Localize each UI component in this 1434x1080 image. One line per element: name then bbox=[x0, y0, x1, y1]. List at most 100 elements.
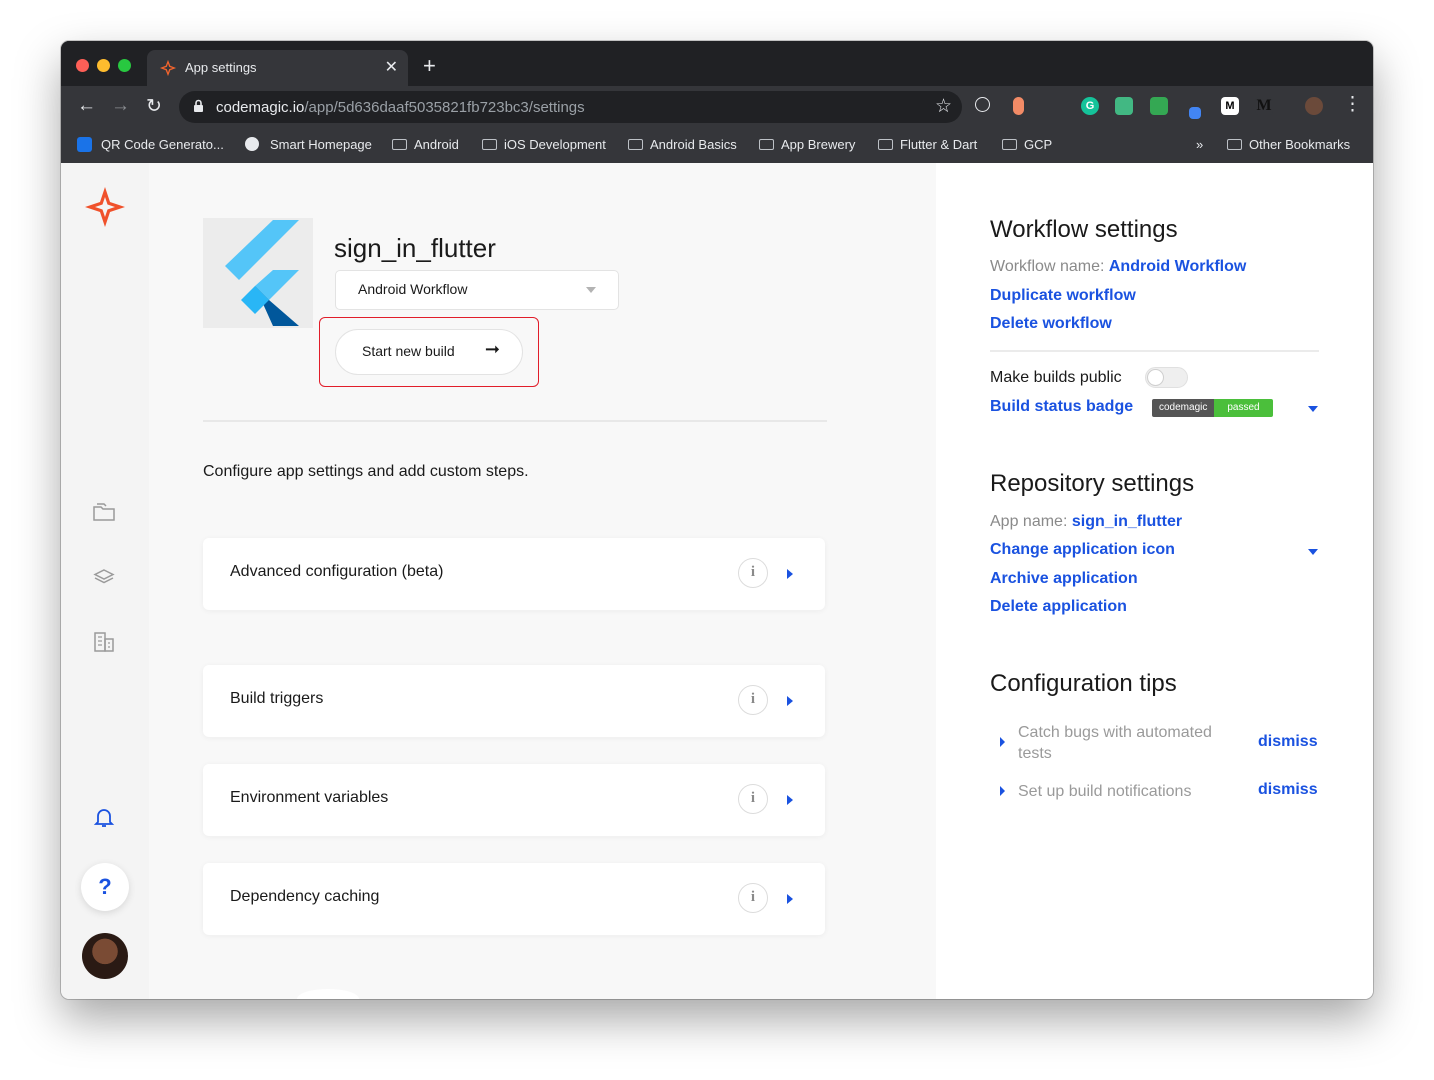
medium-icon[interactable]: M bbox=[1255, 97, 1273, 115]
bookmark-label: Android bbox=[414, 137, 459, 152]
bookmark-flutter-dart[interactable]: Flutter & Dart bbox=[878, 137, 977, 152]
codemagic-logo[interactable] bbox=[83, 185, 127, 229]
bookmark-ios-development[interactable]: iOS Development bbox=[482, 137, 606, 152]
section-advanced-configuration[interactable]: Advanced configuration (beta) i bbox=[203, 538, 825, 610]
archive-application-link[interactable]: Archive application bbox=[990, 570, 1138, 588]
build-status-badge-link[interactable]: Build status badge bbox=[990, 398, 1133, 416]
info-icon[interactable]: i bbox=[738, 883, 768, 913]
chevron-right-icon bbox=[787, 569, 793, 579]
extension-pen-icon[interactable] bbox=[1189, 107, 1201, 119]
user-avatar[interactable] bbox=[82, 933, 128, 979]
badge-status: passed bbox=[1214, 399, 1273, 417]
start-new-build-button[interactable]: Start new build ➞ bbox=[335, 329, 523, 375]
minimize-window-button[interactable] bbox=[97, 59, 110, 72]
extension-ml-icon[interactable]: M bbox=[1221, 97, 1239, 115]
flutter-logo-icon bbox=[225, 220, 299, 326]
section-title: Dependency caching bbox=[230, 888, 380, 905]
main-column: sign_in_flutter Android Workflow Start n… bbox=[149, 163, 936, 999]
extension-lightbulb-icon[interactable] bbox=[975, 97, 990, 112]
help-button[interactable]: ? bbox=[81, 863, 129, 911]
chevron-right-icon[interactable] bbox=[1000, 737, 1005, 747]
bookmark-other-bookmarks[interactable]: Other Bookmarks bbox=[1227, 137, 1350, 152]
partially-visible-element bbox=[297, 989, 359, 999]
tab-app-settings[interactable]: App settings ✕ bbox=[147, 50, 408, 86]
make-builds-public-label: Make builds public bbox=[990, 369, 1122, 386]
dismiss-tip-button[interactable]: dismiss bbox=[1258, 781, 1318, 799]
bookmark-app-brewery[interactable]: App Brewery bbox=[759, 137, 855, 152]
info-icon[interactable]: i bbox=[738, 685, 768, 715]
forward-icon[interactable]: → bbox=[111, 95, 130, 117]
app-flutter-logo bbox=[203, 218, 313, 328]
extension-mail-icon[interactable] bbox=[1115, 97, 1133, 115]
repository-settings-heading: Repository settings bbox=[990, 470, 1195, 497]
extension-check-icon[interactable] bbox=[1150, 97, 1168, 115]
layers-icon[interactable] bbox=[92, 567, 116, 587]
info-icon[interactable]: i bbox=[738, 784, 768, 814]
chrome-menu-icon[interactable]: ⋮ bbox=[1343, 93, 1362, 116]
make-builds-public-toggle[interactable] bbox=[1145, 367, 1188, 388]
bookmarks-overflow-button[interactable]: » bbox=[1196, 137, 1203, 152]
section-build-triggers[interactable]: Build triggers i bbox=[203, 665, 825, 737]
workflow-select[interactable]: Android Workflow bbox=[335, 270, 619, 310]
start-build-label: Start new build bbox=[362, 343, 455, 359]
workflow-name-row: Workflow name: Android Workflow bbox=[990, 258, 1246, 276]
zoom-window-button[interactable] bbox=[118, 59, 131, 72]
badge-dropdown-icon[interactable] bbox=[1308, 406, 1318, 412]
section-environment-variables[interactable]: Environment variables i bbox=[203, 764, 825, 836]
bookmark-gcp[interactable]: GCP bbox=[1002, 137, 1052, 152]
bookmark-label: GCP bbox=[1024, 137, 1053, 152]
duplicate-workflow-link[interactable]: Duplicate workflow bbox=[990, 287, 1136, 305]
badge-brand: codemagic bbox=[1152, 399, 1215, 417]
teams-building-icon[interactable] bbox=[92, 630, 116, 654]
chevron-right-icon bbox=[787, 894, 793, 904]
app-name-link[interactable]: sign_in_flutter bbox=[1072, 513, 1182, 530]
left-sidebar: ? bbox=[61, 163, 149, 999]
profile-avatar-icon[interactable] bbox=[1305, 97, 1323, 115]
chevron-right-icon[interactable] bbox=[1000, 786, 1005, 796]
section-title: Advanced configuration (beta) bbox=[230, 563, 444, 580]
tab-close-icon[interactable]: ✕ bbox=[385, 57, 398, 77]
bookmark-label: Android Basics bbox=[650, 137, 737, 152]
app-name-label: App name: bbox=[990, 513, 1068, 530]
delete-application-link[interactable]: Delete application bbox=[990, 598, 1127, 616]
qr-code-icon bbox=[77, 137, 92, 152]
bookmark-label: Other Bookmarks bbox=[1249, 137, 1351, 152]
extension-pill-icon[interactable] bbox=[1013, 97, 1024, 115]
bookmark-android-basics[interactable]: Android Basics bbox=[628, 137, 737, 152]
build-status-badge: codemagic passed bbox=[1152, 399, 1273, 417]
change-application-icon-link[interactable]: Change application icon bbox=[990, 541, 1175, 559]
folder-icon bbox=[1002, 139, 1017, 150]
reload-icon[interactable]: ↻ bbox=[146, 95, 162, 118]
toggle-knob bbox=[1147, 369, 1164, 386]
section-divider bbox=[203, 420, 827, 422]
change-icon-dropdown-icon[interactable] bbox=[1308, 549, 1318, 555]
tip-automated-tests[interactable]: Catch bugs with automated tests bbox=[1018, 722, 1228, 764]
tip-build-notifications[interactable]: Set up build notifications bbox=[1018, 781, 1228, 802]
apps-folder-icon[interactable] bbox=[92, 502, 116, 522]
new-tab-button[interactable]: + bbox=[423, 53, 436, 79]
address-bar[interactable]: codemagic.io/app/5d636daaf5035821fb723bc… bbox=[179, 91, 962, 123]
info-icon[interactable]: i bbox=[738, 558, 768, 588]
section-title: Build triggers bbox=[230, 690, 324, 707]
back-icon[interactable]: ← bbox=[77, 95, 96, 117]
notifications-bell-icon[interactable] bbox=[92, 805, 116, 829]
bookmark-qr-code[interactable]: QR Code Generato... bbox=[77, 137, 224, 152]
tab-title: App settings bbox=[185, 60, 257, 75]
delete-workflow-link[interactable]: Delete workflow bbox=[990, 315, 1112, 333]
workflow-name-link[interactable]: Android Workflow bbox=[1109, 258, 1246, 275]
bookmark-smart-homepage[interactable]: Smart Homepage bbox=[245, 137, 372, 152]
url-host: codemagic.io bbox=[216, 99, 305, 116]
browser-window: App settings ✕ + ← → ↻ codemagic.io/app/… bbox=[61, 41, 1373, 999]
bookmarks-bar: QR Code Generato... Smart Homepage Andro… bbox=[61, 128, 1373, 164]
bookmark-android[interactable]: Android bbox=[392, 137, 459, 152]
close-window-button[interactable] bbox=[76, 59, 89, 72]
grammarly-icon[interactable]: G bbox=[1081, 97, 1099, 115]
section-dependency-caching[interactable]: Dependency caching i bbox=[203, 863, 825, 935]
section-title: Environment variables bbox=[230, 789, 389, 806]
app-name-row: App name: sign_in_flutter bbox=[990, 513, 1182, 531]
url-path: /app/5d636daaf5035821fb723bc3/settings bbox=[304, 99, 585, 116]
dismiss-tip-button[interactable]: dismiss bbox=[1258, 733, 1318, 751]
bookmark-star-icon[interactable]: ☆ bbox=[935, 95, 952, 118]
chevron-right-icon bbox=[787, 696, 793, 706]
bookmark-label: App Brewery bbox=[781, 137, 856, 152]
